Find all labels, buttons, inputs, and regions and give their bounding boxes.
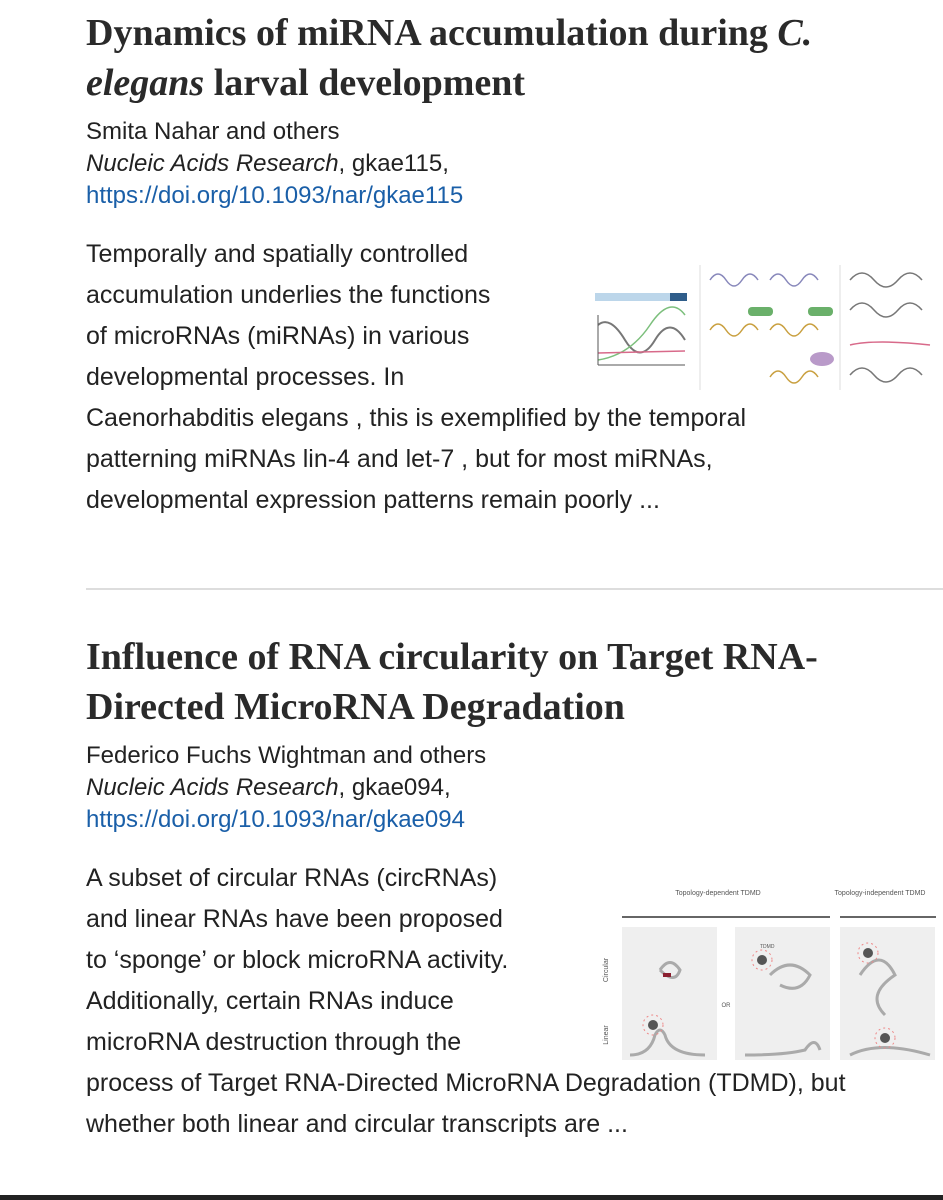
- journal-name: Nucleic Acids Research: [86, 774, 339, 801]
- journal-name: Nucleic Acids Research: [86, 150, 339, 177]
- figure-header-left: Topology-dependent TDMD: [675, 890, 760, 897]
- title-italic: C.: [777, 12, 813, 54]
- doi-link[interactable]: https://doi.org/10.1093/nar/gkae115: [86, 182, 463, 209]
- abstract-line: process of Target RNA-Directed MicroRNA …: [86, 1069, 846, 1097]
- title-line: Influence of RNA circularity on Target R…: [86, 636, 818, 678]
- graphical-abstract-image-1[interactable]: [590, 265, 940, 400]
- tdmd-label: TDMD: [760, 944, 775, 950]
- article-title[interactable]: Dynamics of miRNA accumulation during C.…: [86, 8, 926, 108]
- article-id: , gkae115,: [338, 150, 449, 177]
- abstract-line: Caenorhabditis elegans , this is exempli…: [86, 404, 747, 432]
- doi-link[interactable]: https://doi.org/10.1093/nar/gkae094: [86, 806, 465, 833]
- authors: Federico Fuchs Wightman and others: [86, 742, 487, 769]
- abstract-line: whether both linear and circular transcr…: [86, 1110, 628, 1138]
- graphical-abstract-image-2[interactable]: Topology-dependent TDMD Topology-indepen…: [600, 885, 940, 1060]
- authors: Smita Nahar and others: [86, 118, 340, 145]
- bottom-bar: [0, 1195, 943, 1200]
- article-meta: Smita Nahar and others Nucleic Acids Res…: [86, 116, 926, 212]
- article-title[interactable]: Influence of RNA circularity on Target R…: [86, 632, 926, 732]
- article-meta: Federico Fuchs Wightman and others Nucle…: [86, 740, 926, 836]
- or-label: OR: [722, 1003, 732, 1009]
- article-id: , gkae094,: [338, 774, 451, 801]
- title-line-1: Dynamics of miRNA accumulation during C.: [86, 12, 813, 54]
- row-label-linear: Linear: [603, 1025, 610, 1045]
- article-divider: [86, 588, 943, 590]
- title-line-2: elegans larval development: [86, 62, 526, 104]
- row-label-circular: Circular: [603, 957, 610, 982]
- abstract-line: developmental expression patterns remain…: [86, 486, 660, 514]
- figure-header-right: Topology-independent TDMD: [835, 890, 926, 897]
- title-line: Directed MicroRNA Degradation: [86, 686, 625, 728]
- abstract-line: patterning miRNAs lin-4 and let-7 , but …: [86, 445, 713, 473]
- title-italic: elegans: [86, 62, 205, 104]
